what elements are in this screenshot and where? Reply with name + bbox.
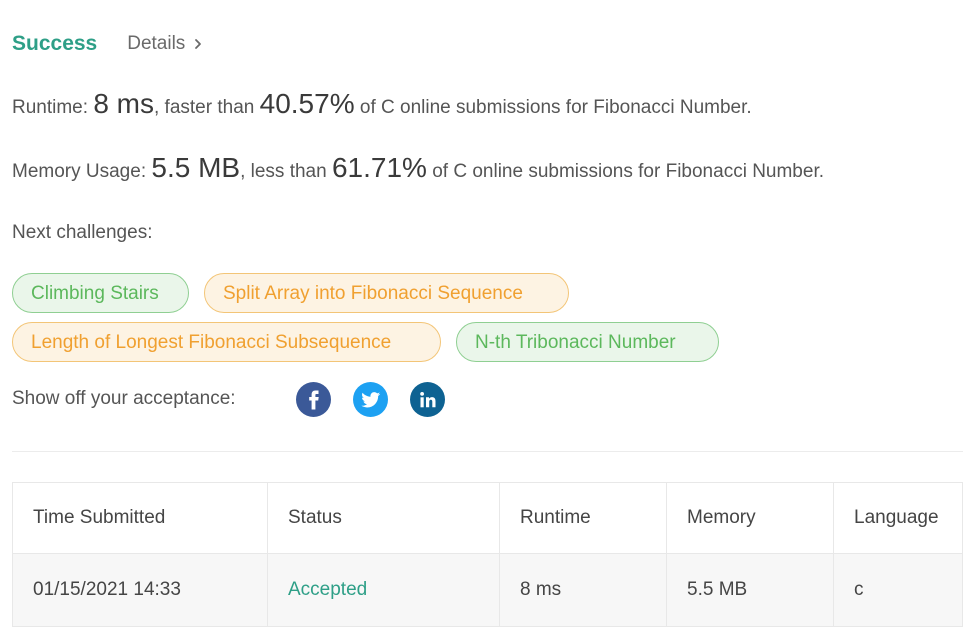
facebook-glyph xyxy=(308,390,319,409)
twitter-icon[interactable] xyxy=(353,382,388,417)
section-divider xyxy=(12,451,963,452)
result-header: Success Details xyxy=(12,30,203,58)
memory-value: 5.5 MB xyxy=(151,152,241,183)
column-header-time-submitted[interactable]: Time Submitted xyxy=(12,482,268,554)
memory-stat: Memory Usage: 5.5 MB, less than 61.71% o… xyxy=(12,152,824,184)
runtime-middle: , faster than xyxy=(154,97,260,118)
submissions-table: Time Submitted Status Runtime Memory Lan… xyxy=(12,482,963,627)
memory-prefix: Memory Usage: xyxy=(12,161,152,182)
memory-percent: 61.71% xyxy=(331,152,427,183)
column-header-status[interactable]: Status xyxy=(267,482,500,554)
cell-time-submitted: 01/15/2021 14:33 xyxy=(12,553,268,627)
runtime-suffix: of C online submissions for Fibonacci Nu… xyxy=(354,97,752,118)
share-label: Show off your acceptance: xyxy=(12,388,236,409)
column-header-language[interactable]: Language xyxy=(833,482,963,554)
challenge-pill-climbing-stairs[interactable]: Climbing Stairs xyxy=(12,273,189,313)
status-title: Success xyxy=(12,32,98,55)
challenge-pill-split-array[interactable]: Split Array into Fibonacci Sequence xyxy=(204,273,569,313)
cell-memory: 5.5 MB xyxy=(666,553,834,627)
cell-language: c xyxy=(833,553,963,627)
cell-status-accepted[interactable]: Accepted xyxy=(267,553,500,627)
next-challenges-label: Next challenges: xyxy=(12,222,153,243)
twitter-glyph xyxy=(360,391,380,407)
runtime-percent: 40.57% xyxy=(259,88,355,119)
column-header-memory[interactable]: Memory xyxy=(666,482,834,554)
table-header-row: Time Submitted Status Runtime Memory Lan… xyxy=(12,482,963,554)
challenge-pill-tribonacci[interactable]: N-th Tribonacci Number xyxy=(456,322,719,362)
details-label: Details xyxy=(127,33,186,54)
cell-runtime: 8 ms xyxy=(499,553,667,627)
linkedin-icon[interactable] xyxy=(410,382,445,417)
runtime-value: 8 ms xyxy=(93,88,154,119)
column-header-runtime[interactable]: Runtime xyxy=(499,482,667,554)
details-link[interactable]: Details xyxy=(127,30,203,58)
memory-suffix: of C online submissions for Fibonacci Nu… xyxy=(426,161,824,182)
table-row: 01/15/2021 14:33 Accepted 8 ms 5.5 MB c xyxy=(12,553,963,627)
runtime-stat: Runtime: 8 ms, faster than 40.57% of C o… xyxy=(12,88,752,120)
memory-middle: , less than xyxy=(240,161,332,182)
facebook-icon[interactable] xyxy=(296,382,331,417)
runtime-prefix: Runtime: xyxy=(12,97,94,118)
linkedin-glyph xyxy=(419,391,435,407)
challenge-pill-longest-fibonacci[interactable]: Length of Longest Fibonacci Subsequence xyxy=(12,322,441,362)
chevron-right-icon xyxy=(195,39,202,49)
